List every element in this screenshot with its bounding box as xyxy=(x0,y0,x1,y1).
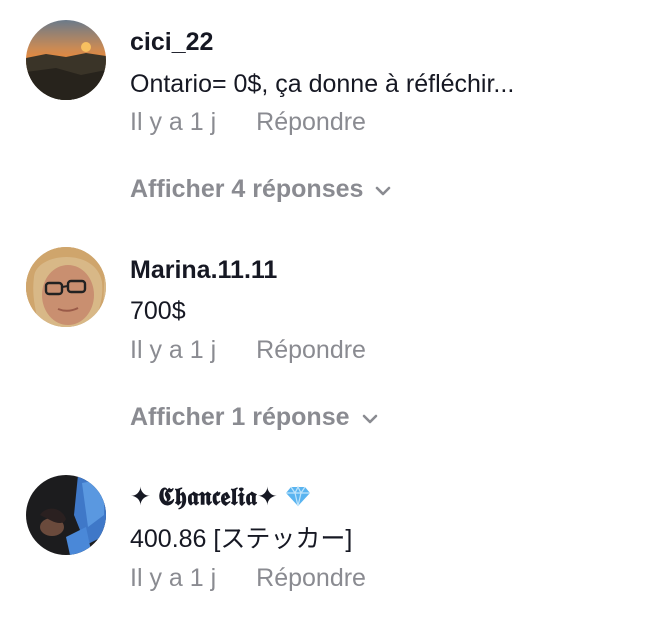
chevron-down-icon xyxy=(360,406,380,431)
show-replies-label: Afficher 1 réponse xyxy=(130,403,350,431)
avatar[interactable] xyxy=(26,247,106,327)
comment-text: 400.86 [ステッカー] xyxy=(130,525,353,553)
comment-time: Il y a 1 j xyxy=(130,336,217,364)
comment-username-text: ✦ 𝕮𝖍𝖆𝖓𝖈𝖊𝖑𝖎𝖆✦ xyxy=(130,483,278,512)
comment-list: cici_22 Ontario= 0$, ça donne à réfléchi… xyxy=(0,0,650,634)
reply-button[interactable]: Répondre xyxy=(256,566,366,591)
comment-meta: Il y a 1 j Répondre xyxy=(130,566,366,591)
comment-username[interactable]: Marina.11.11 xyxy=(130,258,277,283)
chevron-down-icon xyxy=(373,178,393,203)
reply-button[interactable]: Répondre xyxy=(256,110,366,135)
avatar[interactable] xyxy=(26,20,106,100)
diamond-icon xyxy=(285,485,311,512)
comment-meta: Il y a 1 j Répondre xyxy=(130,338,366,363)
show-replies-button[interactable]: Afficher 1 réponse xyxy=(130,405,380,431)
comment-username[interactable]: cici_22 xyxy=(130,30,213,55)
reply-button[interactable]: Répondre xyxy=(256,338,366,363)
comment-username[interactable]: ✦ 𝕮𝖍𝖆𝖓𝖈𝖊𝖑𝖎𝖆✦ xyxy=(130,485,311,512)
comment-time: Il y a 1 j xyxy=(130,564,217,592)
show-replies-button[interactable]: Afficher 4 réponses xyxy=(130,177,393,203)
comment-text: 700$ xyxy=(130,297,186,325)
comment-time: Il y a 1 j xyxy=(130,108,217,136)
comment-meta: Il y a 1 j Répondre xyxy=(130,110,366,135)
show-replies-label: Afficher 4 réponses xyxy=(130,175,364,203)
avatar[interactable] xyxy=(26,475,106,555)
comment-text: Ontario= 0$, ça donne à réfléchir... xyxy=(130,70,515,98)
